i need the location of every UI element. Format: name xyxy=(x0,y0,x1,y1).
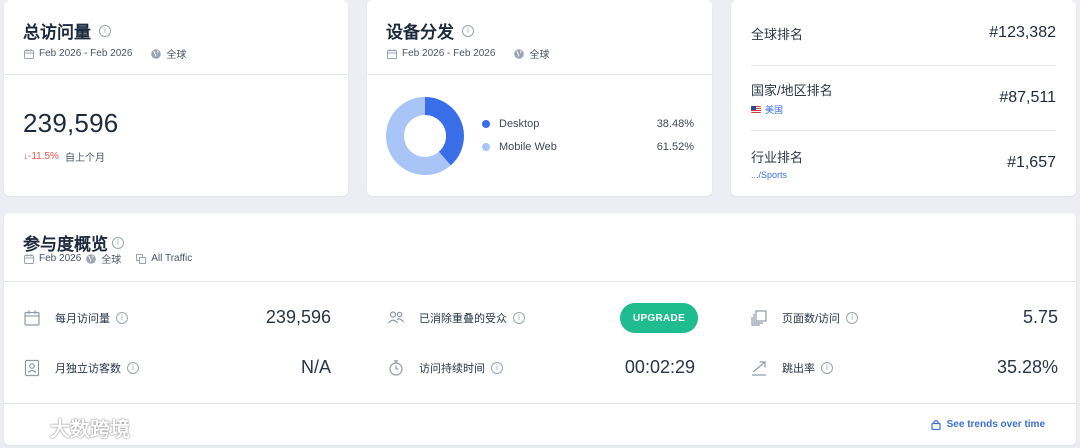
country-rank-value: #87,511 xyxy=(999,89,1056,106)
visitor-card-icon xyxy=(24,359,40,377)
info-icon[interactable]: i xyxy=(462,24,474,37)
legend-dot-mobile-web xyxy=(482,143,490,151)
upgrade-button[interactable]: UPGRADE xyxy=(620,303,698,333)
legend-dot-desktop xyxy=(482,120,490,128)
pages-per-visit-value: 5.75 xyxy=(1022,307,1058,327)
pages-per-visit-metric: 页面数/访问 i xyxy=(750,303,859,333)
bounce-rate-label: 跳出率 xyxy=(782,363,815,375)
calendar-icon xyxy=(24,310,40,326)
total-visits-title: 总访问量 xyxy=(23,23,91,42)
monthly-visits-value: 239,596 xyxy=(265,307,331,327)
region-label: 全球 xyxy=(529,50,550,61)
legend-value-desktop: 38.48% xyxy=(656,118,694,130)
region-label: 全球 xyxy=(101,255,122,266)
info-icon[interactable]: i xyxy=(513,312,525,324)
global-rank-label: 全球排名 xyxy=(751,26,804,42)
info-icon[interactable]: i xyxy=(491,362,503,374)
see-trends-link[interactable]: See trends over time xyxy=(931,419,1045,430)
date-range: Feb 2026 - Feb 2026 xyxy=(39,48,133,59)
pages-per-visit-label: 页面数/访问 xyxy=(782,313,841,325)
industry-rank-value: #1,657 xyxy=(1007,154,1056,171)
device-donut-chart xyxy=(386,97,464,175)
deduplicated-audience-label: 已消除重叠的受众 xyxy=(419,313,507,325)
country-rank-row: 国家/地区排名 美国 #87,511 xyxy=(751,80,1056,116)
card-divider xyxy=(4,74,348,75)
traffic-source-icon xyxy=(136,253,147,264)
global-rank-value: #123,382 xyxy=(989,24,1056,41)
users-icon xyxy=(388,311,404,324)
bounce-arrow-icon xyxy=(752,361,766,376)
unique-visitors-metric: 月独立访客数 i xyxy=(23,353,139,383)
globe-icon xyxy=(514,48,525,59)
legend-item-mobile-web: Mobile Web 61.52% xyxy=(482,141,694,153)
card-divider xyxy=(4,403,1076,404)
industry-link[interactable]: .../Sports xyxy=(751,170,803,180)
unique-visitors-value: N/A xyxy=(300,357,331,377)
monthly-visits-metric: 每月访问量 i xyxy=(23,303,128,333)
deduplicated-audience-metric: 已消除重叠的受众 i xyxy=(387,303,525,333)
date-range: Feb 2026 - Feb 2026 xyxy=(402,48,496,59)
change-label: 自上个月 xyxy=(64,153,105,164)
visit-duration-metric: 访问持续时间 i xyxy=(387,353,503,383)
card-divider xyxy=(367,74,712,75)
calendar-icon xyxy=(24,48,34,59)
watermark-logo-icon xyxy=(11,419,43,435)
country-name: 美国 xyxy=(765,105,784,115)
watermark-text: 大数跨境 xyxy=(50,419,130,441)
info-icon[interactable]: i xyxy=(99,24,111,37)
globe-icon xyxy=(86,253,97,264)
industry-rank-label: 行业排名 xyxy=(751,149,804,165)
card-divider xyxy=(4,281,1076,282)
country-link[interactable]: 美国 xyxy=(751,103,833,116)
unique-visitors-label: 月独立访客数 xyxy=(55,363,121,375)
see-trends-text: See trends over time xyxy=(946,419,1045,430)
global-rank-row: 全球排名 #123,382 xyxy=(751,22,1056,44)
calendar-icon xyxy=(387,48,397,59)
info-icon[interactable]: i xyxy=(116,312,128,324)
legend-value-mobile-web: 61.52% xyxy=(656,141,694,153)
traffic-label: All Traffic xyxy=(151,253,193,264)
us-flag-icon xyxy=(751,106,761,113)
industry-rank-row: 行业排名 .../Sports #1,657 xyxy=(751,145,1056,181)
rankings-card: 全球排名 #123,382 国家/地区排名 美国 #87,511 行业排名 ..… xyxy=(731,0,1076,196)
rank-divider xyxy=(751,65,1056,66)
info-icon[interactable]: i xyxy=(821,362,833,374)
legend-name-mobile-web: Mobile Web xyxy=(499,141,557,153)
info-icon[interactable]: i xyxy=(112,236,124,249)
visit-duration-value: 00:02:29 xyxy=(624,357,695,377)
device-distribution-title: 设备分发 xyxy=(386,23,454,42)
lock-icon xyxy=(931,420,941,430)
pages-icon xyxy=(751,310,767,326)
country-rank-label: 国家/地区排名 xyxy=(751,83,833,98)
bounce-rate-metric: 跳出率 i xyxy=(750,353,833,383)
info-icon[interactable]: i xyxy=(127,362,139,374)
info-icon[interactable]: i xyxy=(846,312,859,324)
calendar-icon xyxy=(24,253,34,264)
legend-item-desktop: Desktop 38.48% xyxy=(482,118,694,130)
device-distribution-card: 设备分发 i Feb 2026 - Feb 2026 全球 Desktop 38… xyxy=(367,0,712,196)
region-label: 全球 xyxy=(166,50,187,61)
total-visits-value: 239,596 xyxy=(23,108,119,138)
bounce-rate-value: 35.28% xyxy=(996,357,1058,377)
legend-name-desktop: Desktop xyxy=(499,118,540,130)
watermark: 大数跨境 xyxy=(10,413,130,442)
monthly-visits-label: 每月访问量 xyxy=(55,313,110,325)
total-visits-card: 总访问量 i Feb 2026 - Feb 2026 全球 239,596 ↓-… xyxy=(4,0,348,196)
date-label: Feb 2026 xyxy=(39,253,82,264)
rank-divider xyxy=(751,130,1056,131)
engagement-overview-card: 参与度概览 i Feb 2026 全球 All Traffic 每月访问量 i … xyxy=(4,213,1076,445)
change-percent: ↓-11.5% xyxy=(23,151,59,162)
stopwatch-icon xyxy=(389,360,403,376)
globe-icon xyxy=(151,48,162,59)
visit-duration-label: 访问持续时间 xyxy=(419,363,485,375)
